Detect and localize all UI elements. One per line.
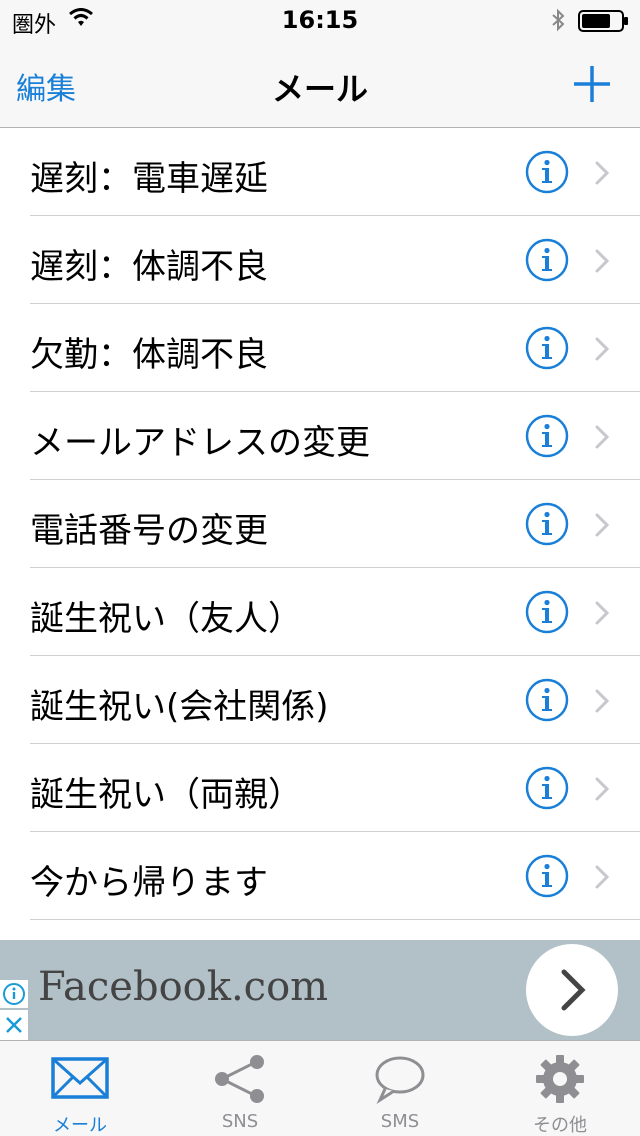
chevron-right-icon [595, 601, 610, 625]
list-item[interactable]: 誕生祝い(会社関係) [0, 656, 640, 744]
chevron-right-icon [595, 777, 610, 801]
info-icon[interactable] [525, 326, 569, 370]
tab-label: その他 [533, 1115, 587, 1136]
share-icon [215, 1055, 264, 1103]
info-icon[interactable] [525, 238, 569, 282]
list-item[interactable]: 誕生祝い（両親） [0, 744, 640, 832]
speech-bubble-icon [375, 1056, 425, 1105]
list-item[interactable]: メールアドレスの変更 [0, 392, 640, 480]
tab-sns[interactable]: SNS [160, 1041, 320, 1136]
info-icon[interactable] [525, 678, 569, 722]
list-item[interactable]: 遅刻：電車遅延 [0, 128, 640, 216]
chevron-right-icon [595, 513, 610, 537]
list-item[interactable]: 今から帰ります [0, 832, 640, 920]
list-item[interactable]: 電話番号の変更 [0, 480, 640, 568]
tab-label: SMS [380, 1111, 420, 1132]
chevron-right-icon [595, 161, 610, 185]
ad-text: Facebook.com [38, 964, 329, 1010]
list-item-label: 遅刻：電車遅延 [30, 159, 268, 199]
tab-label: SNS [221, 1111, 259, 1132]
tab-mail[interactable]: メール [0, 1041, 160, 1136]
status-bar: 圏外 16:15 [0, 0, 640, 40]
list-item-label: 今から帰ります [30, 863, 268, 903]
status-time: 16:15 [281, 6, 359, 34]
ad-close-icon[interactable] [0, 1010, 28, 1040]
list-item-label: メールアドレスの変更 [30, 423, 370, 463]
navigation-bar: 編集 メール [0, 40, 640, 128]
info-icon[interactable] [525, 414, 569, 458]
battery-icon [578, 10, 628, 32]
ad-arrow-button[interactable] [526, 944, 618, 1036]
chevron-right-icon [595, 337, 610, 361]
list-item-label: 誕生祝い（友人） [30, 599, 302, 639]
page-title: メール [271, 70, 368, 108]
gear-icon [536, 1055, 584, 1103]
list-item-label: 遅刻：体調不良 [30, 247, 268, 287]
chevron-right-icon [595, 865, 610, 889]
list-item-label: 欠勤：体調不良 [30, 335, 268, 375]
tab-other[interactable]: その他 [480, 1041, 640, 1136]
list-item[interactable]: 誕生祝い（友人） [0, 568, 640, 656]
list-item[interactable]: 遅刻：体調不良 [0, 216, 640, 304]
list-item-label: 誕生祝い（両親） [30, 775, 302, 815]
chevron-right-icon [595, 689, 610, 713]
tab-label: メール [53, 1115, 107, 1136]
ad-info-icon[interactable] [0, 980, 28, 1008]
info-icon[interactable] [525, 502, 569, 546]
info-icon[interactable] [525, 766, 569, 810]
list-item-label: 誕生祝い(会社関係) [30, 687, 329, 727]
ad-banner[interactable]: Facebook.com [0, 940, 640, 1040]
info-icon[interactable] [525, 590, 569, 634]
envelope-icon [51, 1057, 109, 1099]
add-button[interactable] [568, 60, 616, 108]
bluetooth-icon [552, 8, 565, 32]
template-list: 遅刻：電車遅延 遅刻：体調不良 欠勤：体調不良 メールアドレスの変更 電話番号の変更 誕生… [0, 128, 640, 920]
list-item-label: 電話番号の変更 [30, 511, 268, 551]
list-item[interactable]: 欠勤：体調不良 [0, 304, 640, 392]
chevron-right-icon [595, 249, 610, 273]
chevron-right-icon [595, 425, 610, 449]
tab-sms[interactable]: SMS [320, 1041, 480, 1136]
tab-bar: メール SNS SMS その他 [0, 1040, 640, 1136]
info-icon[interactable] [525, 150, 569, 194]
info-icon[interactable] [525, 854, 569, 898]
